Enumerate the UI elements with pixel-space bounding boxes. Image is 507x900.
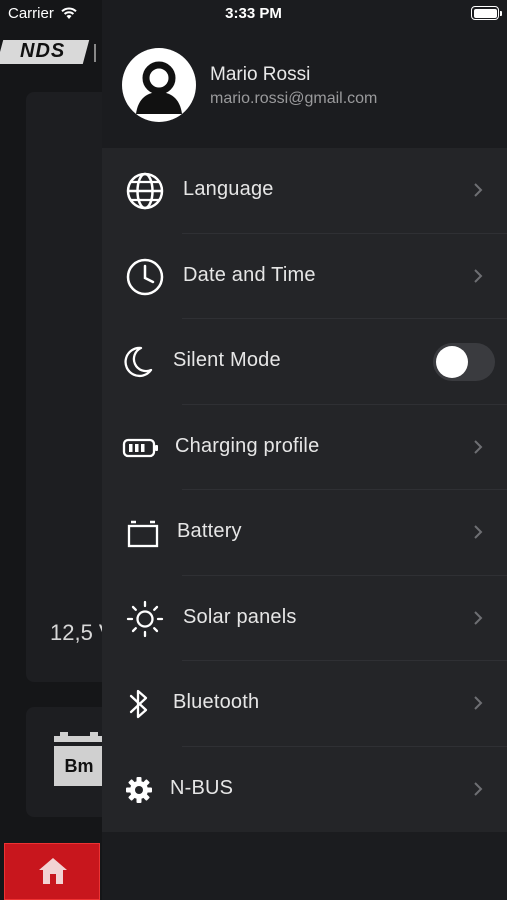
menu-item-silent-mode: Silent Mode xyxy=(102,319,507,405)
user-email: mario.rossi@gmail.com xyxy=(210,90,378,107)
header-separator xyxy=(94,44,96,62)
user-name: Mario Rossi xyxy=(210,64,311,85)
home-icon xyxy=(39,858,67,884)
menu-label-charging-profile: Charging profile xyxy=(175,434,320,457)
gear-icon xyxy=(118,769,160,811)
chevron-right-icon xyxy=(474,183,483,197)
moon-icon xyxy=(116,341,158,383)
settings-drawer: Mario Rossi mario.rossi@gmail.com Langua… xyxy=(102,0,507,900)
menu-item-language[interactable]: Language xyxy=(102,148,507,234)
menu-label-bluetooth: Bluetooth xyxy=(173,691,260,713)
car-battery-icon xyxy=(122,512,164,554)
avatar[interactable] xyxy=(122,48,196,122)
menu-item-charging-profile[interactable]: Charging profile xyxy=(102,405,507,490)
user-avatar-icon xyxy=(136,61,182,114)
menu-item-date-time[interactable]: Date and Time xyxy=(102,234,507,319)
menu-item-solar-panels[interactable]: Solar panels xyxy=(102,576,507,661)
clock-time: 3:33 PM xyxy=(225,5,282,22)
chevron-right-icon xyxy=(474,610,483,625)
status-bar: Carrier 3:33 PM xyxy=(0,0,507,28)
chevron-right-icon xyxy=(474,781,483,796)
battery-charge-icon xyxy=(120,427,162,469)
chevron-right-icon xyxy=(474,525,483,539)
chevron-right-icon xyxy=(474,268,483,283)
bluetooth-icon xyxy=(118,683,160,725)
sun-icon xyxy=(124,598,166,640)
clock-icon xyxy=(124,256,166,298)
menu-label-solar-panels: Solar panels xyxy=(183,605,297,628)
home-tab-button[interactable] xyxy=(4,843,100,900)
battery-status-icon xyxy=(471,6,502,20)
menu-label-language: Language xyxy=(183,178,274,200)
globe-icon xyxy=(124,170,166,212)
menu-item-n-bus[interactable]: N-BUS xyxy=(102,747,507,833)
nds-logo: NDS xyxy=(20,40,66,62)
battery-bm-icon: Bm xyxy=(54,732,104,788)
toggle-knob xyxy=(436,346,468,378)
menu-item-battery[interactable]: Battery xyxy=(102,490,507,576)
menu-label-n-bus: N-BUS xyxy=(170,776,234,799)
menu-item-bluetooth[interactable]: Bluetooth xyxy=(102,661,507,747)
menu-label-date-time: Date and Time xyxy=(183,263,316,286)
menu-label-battery: Battery xyxy=(177,520,242,542)
voltage-reading: 12,5 V xyxy=(50,620,102,645)
chevron-right-icon xyxy=(474,696,483,710)
silent-mode-toggle[interactable] xyxy=(433,343,495,381)
settings-menu: Language Date and Time Silent Mode Charg… xyxy=(102,148,507,832)
chevron-right-icon xyxy=(474,439,483,454)
menu-label-silent-mode: Silent Mode xyxy=(173,349,281,371)
